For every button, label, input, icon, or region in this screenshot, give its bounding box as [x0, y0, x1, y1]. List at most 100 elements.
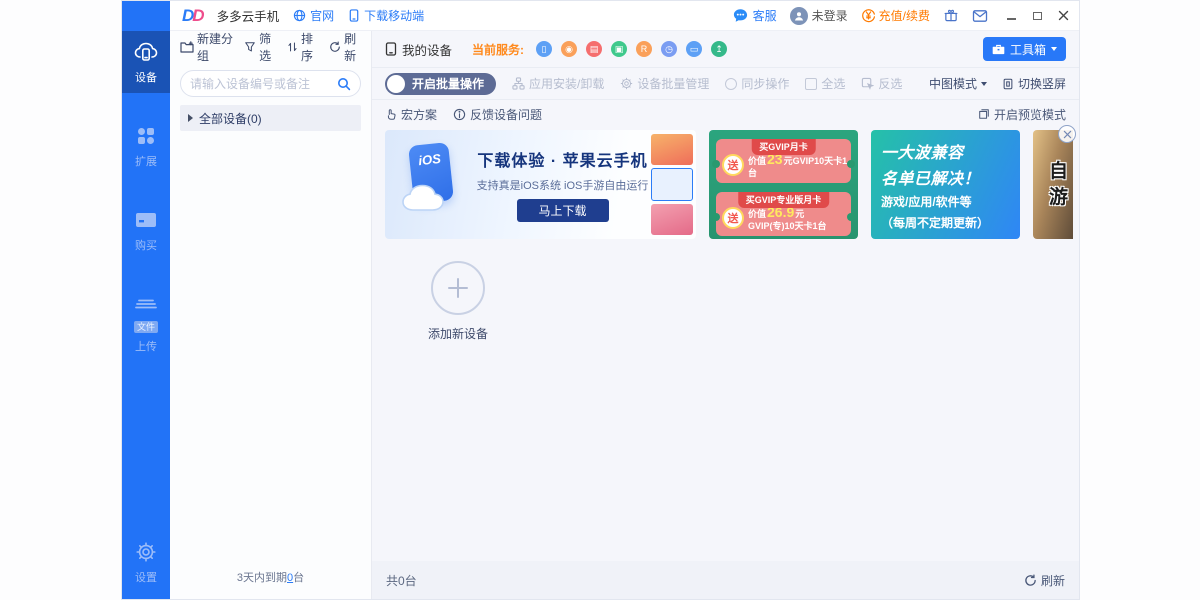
app-window: 设备 扩展 购买 [121, 0, 1080, 600]
macro-scheme-button[interactable]: 宏方案 [385, 106, 437, 123]
coupon-gvip-pro-month[interactable]: 买GVIP专业版月卡 送 价值26.9元GVIP(专)10天卡1台 [716, 192, 851, 236]
ios-banner-subtitle: 支持真是iOS系统 iOS手游自由运行 [477, 177, 649, 193]
toolbox-button[interactable]: 工具箱 [983, 37, 1066, 61]
refresh-list-button[interactable]: 刷新 [1024, 572, 1065, 589]
banner-thumb-3[interactable] [651, 204, 693, 235]
main-footer: 共0台 刷新 [372, 561, 1079, 599]
coupon-ribbon: 买GVIP月卡 [751, 139, 816, 155]
sidebar-item-devices[interactable]: 设备 [122, 31, 170, 93]
file-badge: 文件 [134, 321, 158, 333]
gear-icon [620, 77, 633, 90]
phone-icon [385, 42, 397, 56]
banner-close-icon[interactable] [1058, 125, 1076, 143]
device-search-box [180, 70, 361, 97]
banner-partial-game[interactable]: 自游 [1033, 130, 1073, 239]
coupon-gvip-month[interactable]: 买GVIP月卡 送 价值23元GVIP10天卡1台 [716, 139, 851, 183]
sidebar-item-purchase[interactable]: 购买 [122, 199, 170, 261]
download-mobile-link[interactable]: 下载移动端 [348, 7, 424, 24]
invert-select-icon [861, 77, 874, 90]
recharge-renew-button[interactable]: 充值/续费 [861, 7, 930, 24]
portrait-screen-icon [1002, 78, 1014, 90]
minimize-button[interactable] [1005, 10, 1017, 22]
sort-button[interactable]: 排序 [287, 30, 318, 64]
banner-thumb-1[interactable] [651, 134, 693, 165]
card-icon [134, 208, 158, 232]
main-area: 我的设备 当前服务: ▯ ◉ ▤ ▣ R ◷ ▭ ↥ [372, 31, 1079, 599]
sync-operation-radio[interactable]: 同步操作 [725, 75, 789, 92]
toggle-knob [387, 75, 405, 93]
macro-bar: 宏方案 反馈设备问题 [372, 100, 1079, 128]
banner-compatibility-list[interactable]: 一大波兼容 名单已解决！ 游戏/应用/软件等 （每周不定期更新） [871, 130, 1020, 239]
plus-circle-icon [431, 261, 485, 315]
app-install-uninstall-button[interactable]: 应用安装/卸载 [512, 75, 604, 92]
info-circle-icon [453, 108, 466, 121]
partial-banner-text: 自游 [1049, 159, 1071, 210]
service-location-icon[interactable]: ◉ [561, 41, 577, 57]
gift-badge: 送 [722, 154, 744, 176]
sort-arrows-icon [287, 41, 298, 53]
service-sim-card-icon[interactable]: ▤ [586, 41, 602, 57]
switch-portrait-button[interactable]: 切换竖屏 [1002, 75, 1066, 92]
invert-selection-button[interactable]: 反选 [861, 75, 902, 92]
compat-line4: （每周不定期更新） [881, 214, 1010, 231]
filter-button[interactable]: 筛选 [244, 30, 276, 64]
official-site-link[interactable]: 官网 [293, 7, 334, 24]
feedback-device-issue-button[interactable]: 反馈设备问题 [453, 106, 542, 123]
briefcase-icon [992, 43, 1005, 55]
coupon-ribbon: 买GVIP专业版月卡 [738, 192, 830, 208]
customer-service-button[interactable]: 客服 [732, 7, 777, 24]
banner-thumb-2-active[interactable] [651, 168, 693, 201]
maximize-button[interactable] [1031, 10, 1043, 22]
service-monitor-icon[interactable]: ▭ [686, 41, 702, 57]
sidebar-item-label: 上传 [135, 338, 157, 354]
radio-icon [725, 78, 737, 90]
ios-banner-title: 下载体验 · 苹果云手机 [477, 147, 647, 171]
preview-mode-button[interactable]: 开启预览模式 [978, 106, 1066, 123]
refresh-button[interactable]: 刷新 [329, 30, 361, 64]
select-all-checkbox[interactable]: 全选 [805, 75, 845, 92]
banner-ios-cloud-phone[interactable]: iOS 下载体验 · 苹果云手机 支持真是iOS系统 iOS手游自由运行 马上下… [385, 130, 696, 239]
login-status[interactable]: 未登录 [790, 7, 848, 25]
sidebar-item-extensions[interactable]: 扩展 [122, 115, 170, 177]
my-devices-label: 我的设备 [385, 40, 452, 59]
preview-frame-icon [978, 108, 990, 120]
service-upload-icon[interactable]: ↥ [711, 41, 727, 57]
checkbox-icon [805, 78, 817, 90]
chevron-down-icon [1051, 47, 1057, 51]
hand-click-icon [385, 108, 397, 121]
refresh-icon [1024, 574, 1037, 587]
sidebar-item-label: 设备 [135, 69, 157, 85]
sidebar-item-label: 设置 [135, 569, 157, 585]
device-search-input[interactable] [190, 77, 331, 91]
refresh-icon [329, 41, 341, 53]
service-root-icon[interactable]: R [636, 41, 652, 57]
add-new-device-button[interactable]: 添加新设备 [420, 261, 496, 342]
expand-triangle-icon [188, 114, 193, 122]
folder-plus-icon [180, 41, 194, 53]
batch-mode-toggle[interactable]: 开启批量操作 [385, 73, 496, 95]
cloud-phone-icon [134, 40, 158, 64]
sidebar-item-label: 购买 [135, 237, 157, 253]
sidebar-item-label: 扩展 [135, 153, 157, 169]
service-cloud-phone-icon[interactable]: ▯ [536, 41, 552, 57]
download-now-button[interactable]: 马上下载 [517, 199, 609, 222]
mail-icon[interactable] [972, 8, 988, 24]
group-row-all-devices[interactable]: 全部设备(0) [180, 105, 361, 131]
banner-gvip-coupons[interactable]: 买GVIP月卡 送 价值23元GVIP10天卡1台 买GVIP专业版月卡 送 价… [709, 130, 858, 239]
close-button[interactable] [1057, 10, 1069, 22]
yen-circle-icon [861, 8, 876, 23]
extensions-icon [134, 124, 158, 148]
new-group-button[interactable]: 新建分组 [180, 30, 233, 64]
gift-icon[interactable] [943, 8, 959, 24]
service-screen-icon[interactable]: ▣ [611, 41, 627, 57]
sidebar-item-file-upload[interactable]: 文件 上传 [122, 283, 170, 362]
banner-row: iOS 下载体验 · 苹果云手机 支持真是iOS系统 iOS手游自由运行 马上下… [385, 130, 1073, 239]
sidebar-item-settings[interactable]: 设置 [122, 531, 170, 593]
search-icon[interactable] [337, 77, 351, 91]
device-batch-manage-button[interactable]: 设备批量管理 [620, 75, 709, 92]
gift-badge: 送 [722, 207, 744, 229]
chevron-down-icon [981, 82, 987, 86]
view-mode-dropdown[interactable]: 中图模式 [929, 75, 987, 92]
service-rotate-icon[interactable]: ◷ [661, 41, 677, 57]
sidebar: 设备 扩展 购买 [122, 1, 170, 599]
